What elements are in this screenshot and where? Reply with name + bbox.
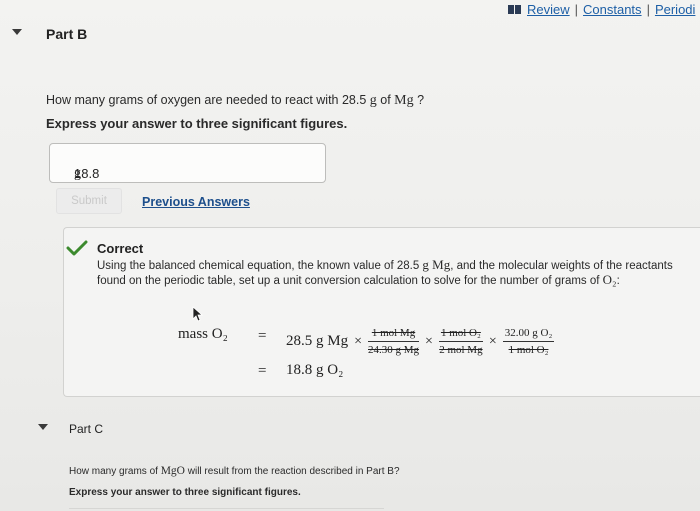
review-link[interactable]: Review [527, 2, 570, 17]
mouse-cursor-icon [192, 306, 204, 322]
equals-sign: = [258, 328, 267, 344]
equation-result: 18.8 g O₂ [286, 362, 344, 378]
answer-field[interactable]: 18.8 g [49, 143, 326, 183]
feedback-explanation: Using the balanced chemical equation, th… [97, 257, 673, 288]
conversion-expression: 28.5 g Mg × 1 mol Mg 24.30 g Mg × 1 mol … [286, 327, 555, 356]
part-c-question: How many grams of MgO will result from t… [69, 465, 400, 477]
part-b-instruction: Express your answer to three significant… [46, 116, 348, 131]
constants-link[interactable]: Constants [583, 2, 642, 17]
collapse-part-b-icon[interactable] [12, 29, 22, 35]
collapse-part-c-icon[interactable] [38, 424, 48, 430]
given-mass: 28.5 g Mg [286, 333, 349, 349]
feedback-status: Correct [97, 241, 144, 256]
periodic-table-link[interactable]: Periodi [655, 2, 695, 17]
part-c-instruction: Express your answer to three significant… [69, 487, 301, 498]
part-b-question: How many grams of oxygen are needed to r… [46, 93, 425, 108]
link-separator: | [574, 2, 579, 17]
part-c-title[interactable]: Part C [69, 422, 103, 436]
submit-button[interactable]: Submit [56, 188, 122, 214]
previous-answers-link[interactable]: Previous Answers [142, 195, 250, 209]
times-sign: × [488, 333, 497, 349]
resource-links: Review | Constants | Periodi [508, 2, 695, 17]
part-b-title[interactable]: Part B [46, 26, 87, 42]
conversion-factor-2: 1 mol O₂ 2 mol Mg [438, 327, 483, 356]
equals-sign: = [258, 363, 267, 379]
book-icon [508, 5, 521, 14]
conversion-factor-3: 32.00 g O₂ 1 mol O₂ [502, 327, 555, 356]
checkmark-icon [66, 240, 88, 256]
conversion-factor-1: 1 mol Mg 24.30 g Mg [368, 327, 420, 356]
times-sign: × [354, 333, 362, 349]
times-sign: × [425, 333, 433, 349]
feedback-panel [63, 227, 700, 397]
divider [69, 508, 384, 509]
link-separator: | [646, 2, 650, 17]
equation-lhs: mass O₂ [178, 326, 228, 342]
